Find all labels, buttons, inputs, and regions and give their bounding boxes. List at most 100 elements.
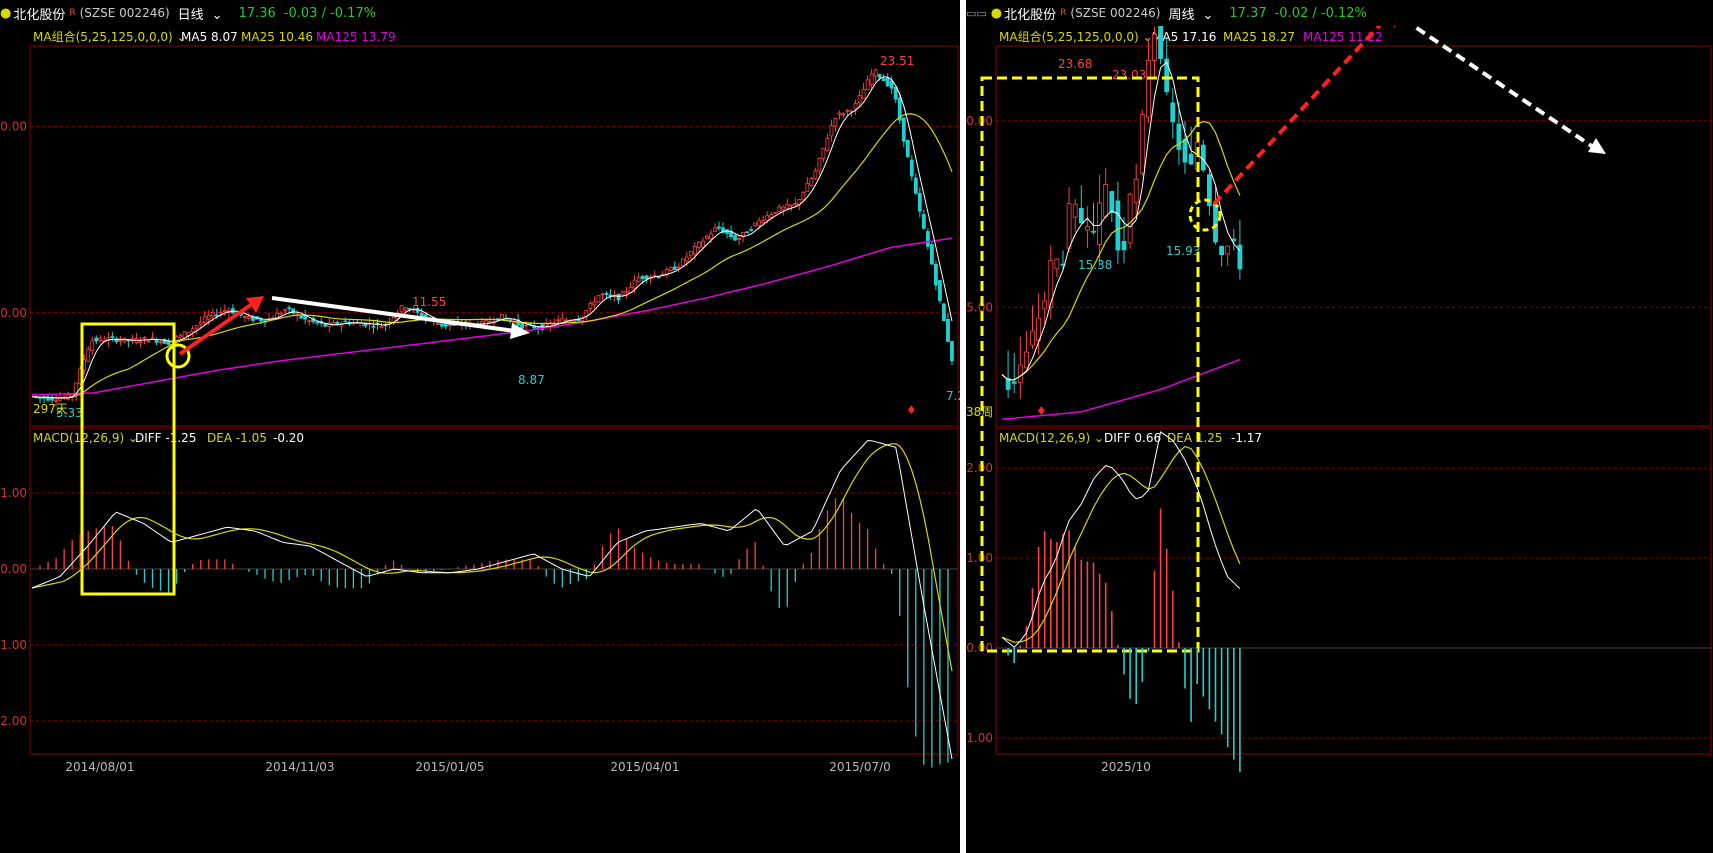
candle-up — [773, 211, 778, 214]
candle-up — [709, 233, 713, 240]
bars-count-label: 297天 — [33, 402, 68, 416]
candle-up — [243, 316, 247, 318]
candle-up — [861, 89, 866, 100]
candle-up — [150, 337, 155, 340]
candle-up — [680, 258, 685, 267]
candle-up — [488, 321, 492, 323]
macd-tick-label: -1.00 — [0, 638, 27, 652]
candle-up — [688, 251, 693, 256]
candle-down — [94, 337, 99, 342]
ma-legend: MA组合(5,25,125,0,0,0) ⌄ — [33, 29, 187, 44]
candle-down — [921, 214, 926, 229]
candle-down — [1121, 241, 1127, 251]
candle-down — [942, 303, 946, 322]
candle-up — [403, 307, 408, 311]
candle-up — [1152, 33, 1157, 61]
red-arrowhead-icon — [1393, 26, 1396, 28]
left-chart-panel: ● 北化股份 R (SZSE 002246) 日线 ⌄ 17.36 -0.03 /… — [0, 0, 960, 853]
candle-up — [777, 206, 782, 213]
candle-up — [805, 182, 810, 193]
candle-down — [1188, 153, 1194, 165]
period-selector[interactable]: 日线 ⌄ — [178, 4, 231, 23]
stock-name[interactable]: 北化股份 — [1004, 4, 1056, 23]
signal-diamond-icon: ♦ — [1036, 404, 1047, 418]
candle-up — [684, 256, 689, 262]
candle-down — [343, 320, 348, 323]
candle-up — [178, 334, 183, 338]
candle-up — [813, 170, 818, 180]
right-chart-svg[interactable]: 20.00 15.00 2.00 1.00 0.00 -1.00 2025/10 MA组合(5… — [966, 26, 1713, 853]
candle-up — [379, 326, 384, 329]
candle-down — [917, 192, 922, 212]
signal-diamond-icon: ♦ — [906, 403, 917, 417]
candle-up — [837, 112, 842, 115]
candle-up — [279, 312, 283, 315]
candle-down — [893, 86, 898, 100]
candle-up — [118, 339, 123, 342]
candle-down — [925, 231, 930, 247]
candle-down — [1213, 204, 1218, 243]
ma25-legend: MA25 18.27 — [1223, 30, 1295, 44]
candle-up — [841, 113, 846, 116]
left-chart-svg[interactable]: 20.00 10.00 1.00 0.00 -1.00 -2.00 2014/08/01 20… — [0, 26, 960, 853]
candle-down — [745, 231, 749, 234]
macd-tick-label: -1.00 — [966, 731, 993, 745]
candle-up — [1017, 364, 1023, 383]
candle-down — [1011, 381, 1017, 384]
candle-up — [636, 276, 641, 283]
candle-down — [323, 323, 328, 327]
candle-down — [881, 78, 886, 81]
candle-up — [829, 125, 834, 137]
candle-down — [1182, 138, 1188, 163]
dea-line — [31, 443, 953, 672]
macd-tick-label: 1.00 — [0, 486, 27, 500]
bullet-icon: ● — [990, 5, 1003, 21]
candle-up — [1066, 203, 1072, 249]
bars-count-label: 38周 — [966, 405, 993, 419]
stock-name[interactable]: 北化股份 — [13, 4, 65, 23]
date-tick-label: 2015/04/01 — [610, 760, 679, 774]
candle-up — [194, 325, 199, 329]
macd-panel-frame — [995, 427, 1712, 755]
candle-down — [656, 276, 661, 279]
candle-up — [676, 266, 681, 269]
candle-up — [138, 340, 143, 344]
candle-up — [1054, 258, 1060, 270]
left-header-bar: ● 北化股份 R (SZSE 002246) 日线 ⌄ 17.36 -0.03 /… — [0, 0, 384, 26]
candle-up — [713, 227, 717, 232]
candle-up — [705, 235, 709, 239]
price-change: -0.03 / -0.17% — [283, 5, 377, 21]
ma125-legend: MA125 13.79 — [316, 30, 396, 44]
dea-legend: DEA -1.05 — [207, 431, 267, 445]
candle-up — [1103, 184, 1109, 218]
last-price: 17.36 — [238, 5, 276, 21]
candle-up — [146, 340, 151, 343]
period-selector[interactable]: 周线 ⌄ — [1168, 4, 1221, 23]
candle-up — [857, 94, 862, 104]
candle-down — [520, 322, 525, 329]
candle-up — [435, 323, 440, 325]
candle-down — [1078, 207, 1084, 224]
candle-up — [757, 220, 762, 226]
superscript: R — [69, 8, 76, 18]
stock-code: (SZSE 002246) — [79, 6, 170, 20]
candle-up — [556, 319, 561, 322]
candle-up — [817, 157, 822, 172]
candle-down — [1176, 123, 1182, 150]
diff-line — [31, 440, 953, 760]
chart-icon[interactable]: ▭▭ — [966, 7, 987, 20]
candle-up — [206, 314, 211, 320]
candle-up — [1225, 245, 1231, 255]
candle-up — [873, 69, 878, 77]
candle-up — [1030, 330, 1035, 346]
candle-up — [668, 267, 673, 271]
candle-up — [1042, 300, 1048, 310]
candle-down — [717, 226, 721, 229]
candle-up — [692, 245, 697, 255]
diff-legend: DIFF 0.66 — [1104, 431, 1161, 445]
price-tick-label: 15.00 — [966, 300, 993, 314]
candle-up — [1072, 203, 1078, 218]
candle-up — [359, 323, 364, 327]
candle-down — [929, 244, 934, 265]
candle-up — [247, 316, 251, 319]
